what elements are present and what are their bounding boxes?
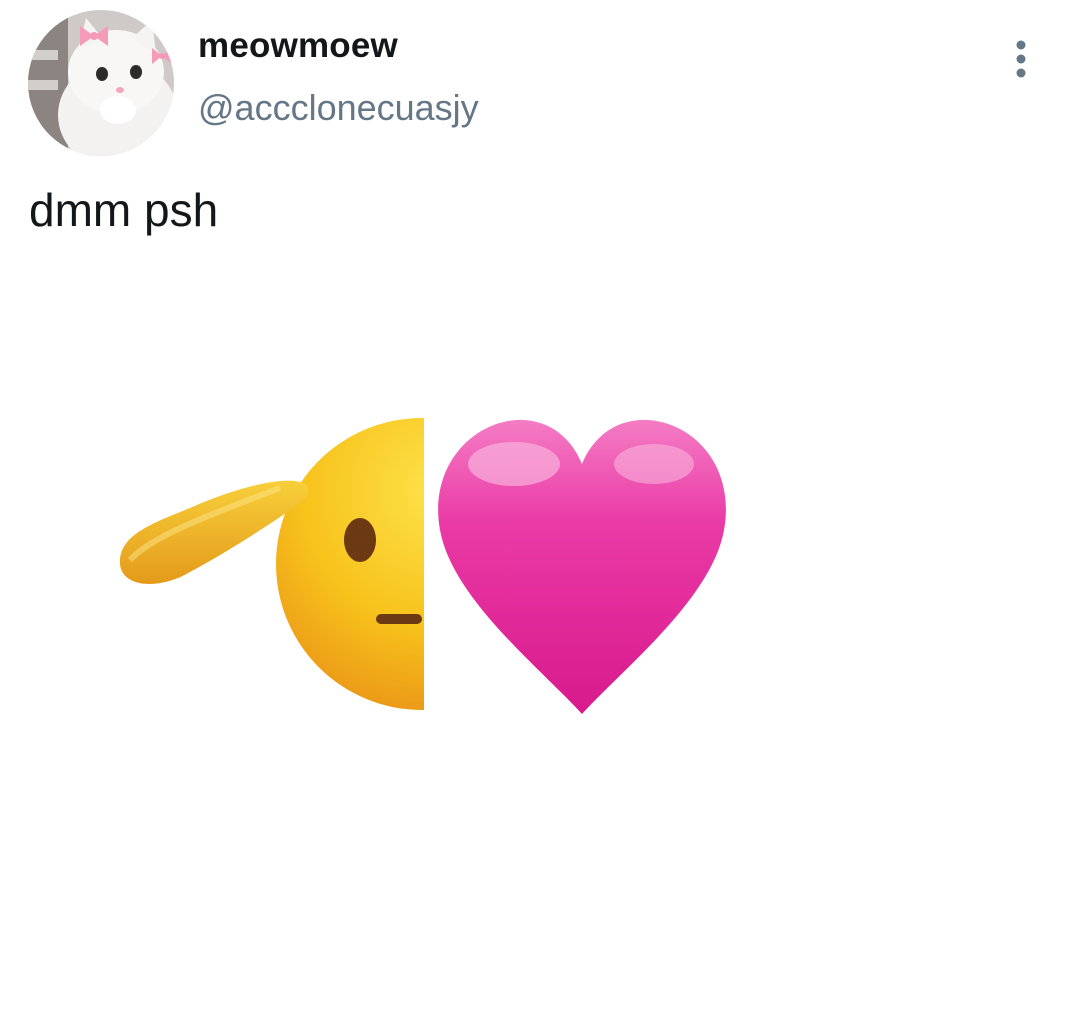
tweet-text: dmm psh bbox=[29, 184, 219, 236]
more-options-button[interactable] bbox=[998, 34, 1044, 84]
display-name[interactable]: meowmoew bbox=[198, 24, 398, 68]
pink-heart-emoji bbox=[438, 419, 726, 714]
vertical-ellipsis-icon bbox=[1016, 40, 1026, 78]
avatar[interactable] bbox=[28, 10, 174, 156]
kitten-avatar-icon bbox=[28, 10, 174, 156]
tweet-media-image[interactable] bbox=[0, 268, 1080, 1032]
emoji-image bbox=[119, 418, 726, 714]
tweet-card: meowmoew @accclonecuasjy dmm psh bbox=[0, 0, 1080, 1032]
user-handle[interactable]: @accclonecuasjy bbox=[198, 86, 479, 130]
